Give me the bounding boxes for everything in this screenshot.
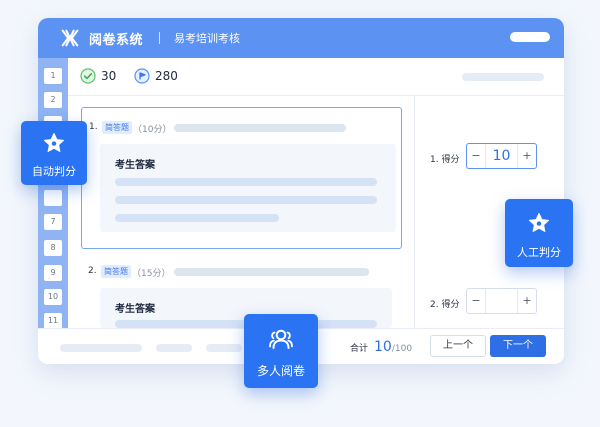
previous-button[interactable]: 上一个 xyxy=(430,335,486,357)
score-label: 1. 得分 xyxy=(430,155,460,165)
question-nav-item[interactable]: 11 xyxy=(44,313,62,329)
manual-grading-label: 人工判分 xyxy=(517,246,561,259)
total-score: 合计 10 /100 xyxy=(350,339,412,355)
total-label: 合计 xyxy=(350,344,369,354)
answer-line xyxy=(115,178,377,186)
app-title: 阅卷系统 xyxy=(89,32,144,48)
question-nav-item[interactable]: 10 xyxy=(44,289,62,305)
question-number: 1. xyxy=(89,122,98,132)
stats-bar: 30 280 xyxy=(68,58,564,96)
title-divider xyxy=(159,32,161,44)
question-number-sidebar: 1 2 7 8 9 10 11 xyxy=(38,58,68,329)
flag-circle-icon xyxy=(134,68,150,84)
question-nav-item[interactable] xyxy=(44,190,62,206)
footer-placeholder xyxy=(206,344,242,352)
app-header: 阅卷系统 易考培训考核 xyxy=(38,18,564,58)
question-nav-item[interactable]: 8 xyxy=(44,240,62,256)
answer-line xyxy=(115,214,279,222)
check-circle-icon xyxy=(80,68,96,84)
footer-placeholder xyxy=(60,344,142,352)
question-number: 2. xyxy=(88,266,97,276)
answer-title: 考生答案 xyxy=(115,160,155,171)
flag-stat: 280 xyxy=(134,68,178,84)
question-text-placeholder xyxy=(174,124,346,132)
question-score: （15分） xyxy=(132,269,171,279)
auto-grading-label: 自动判分 xyxy=(32,165,76,178)
score-stepper[interactable]: − 10 + xyxy=(466,143,537,169)
next-button[interactable]: 下一个 xyxy=(490,335,546,357)
increment-button[interactable]: + xyxy=(518,289,536,313)
answer-line xyxy=(115,196,377,204)
answer-box: 考生答案 xyxy=(100,144,396,232)
answer-title: 考生答案 xyxy=(115,304,155,315)
manual-grading-badge: 人工判分 xyxy=(505,199,573,267)
question-type-tag: 简答题 xyxy=(101,265,131,278)
correct-count: 30 xyxy=(101,69,117,83)
column-divider xyxy=(414,96,415,328)
multi-review-label: 多人阅卷 xyxy=(256,364,305,378)
star-icon xyxy=(529,213,549,232)
question-nav-item[interactable]: 7 xyxy=(44,214,62,230)
flag-count: 280 xyxy=(155,69,178,83)
grading-window: 阅卷系统 易考培训考核 1 2 7 8 9 10 11 30 280 1. 简答… xyxy=(38,18,564,364)
question-card-active[interactable]: 1. 简答题 （10分） 考生答案 xyxy=(81,107,402,249)
question-text-placeholder xyxy=(174,268,369,276)
question-score: （10分） xyxy=(133,125,172,135)
footer-placeholder xyxy=(156,344,192,352)
score-label: 2. 得分 xyxy=(430,300,460,310)
stats-placeholder xyxy=(462,73,544,81)
correct-stat: 30 xyxy=(80,68,116,84)
auto-grading-badge: 自动判分 xyxy=(21,121,87,185)
increment-button[interactable]: + xyxy=(518,144,536,168)
total-value: 10 xyxy=(374,339,392,355)
exam-title: 易考培训考核 xyxy=(174,32,241,45)
decrement-button[interactable]: − xyxy=(467,144,485,168)
star-icon xyxy=(44,133,64,152)
score-stepper[interactable]: − + xyxy=(466,288,537,314)
users-icon xyxy=(269,329,293,349)
question-nav-item[interactable]: 2 xyxy=(44,92,62,108)
x-logo-icon xyxy=(61,29,79,47)
question-type-tag: 简答题 xyxy=(102,121,132,134)
question-nav-item[interactable]: 1 xyxy=(44,68,62,84)
multi-review-badge: 多人阅卷 xyxy=(244,314,318,388)
score-input[interactable] xyxy=(485,289,518,313)
score-input[interactable]: 10 xyxy=(485,144,518,168)
total-max: /100 xyxy=(391,344,413,354)
header-menu-button[interactable] xyxy=(510,32,550,42)
decrement-button[interactable]: − xyxy=(467,289,485,313)
question-nav-item[interactable]: 9 xyxy=(44,265,62,281)
